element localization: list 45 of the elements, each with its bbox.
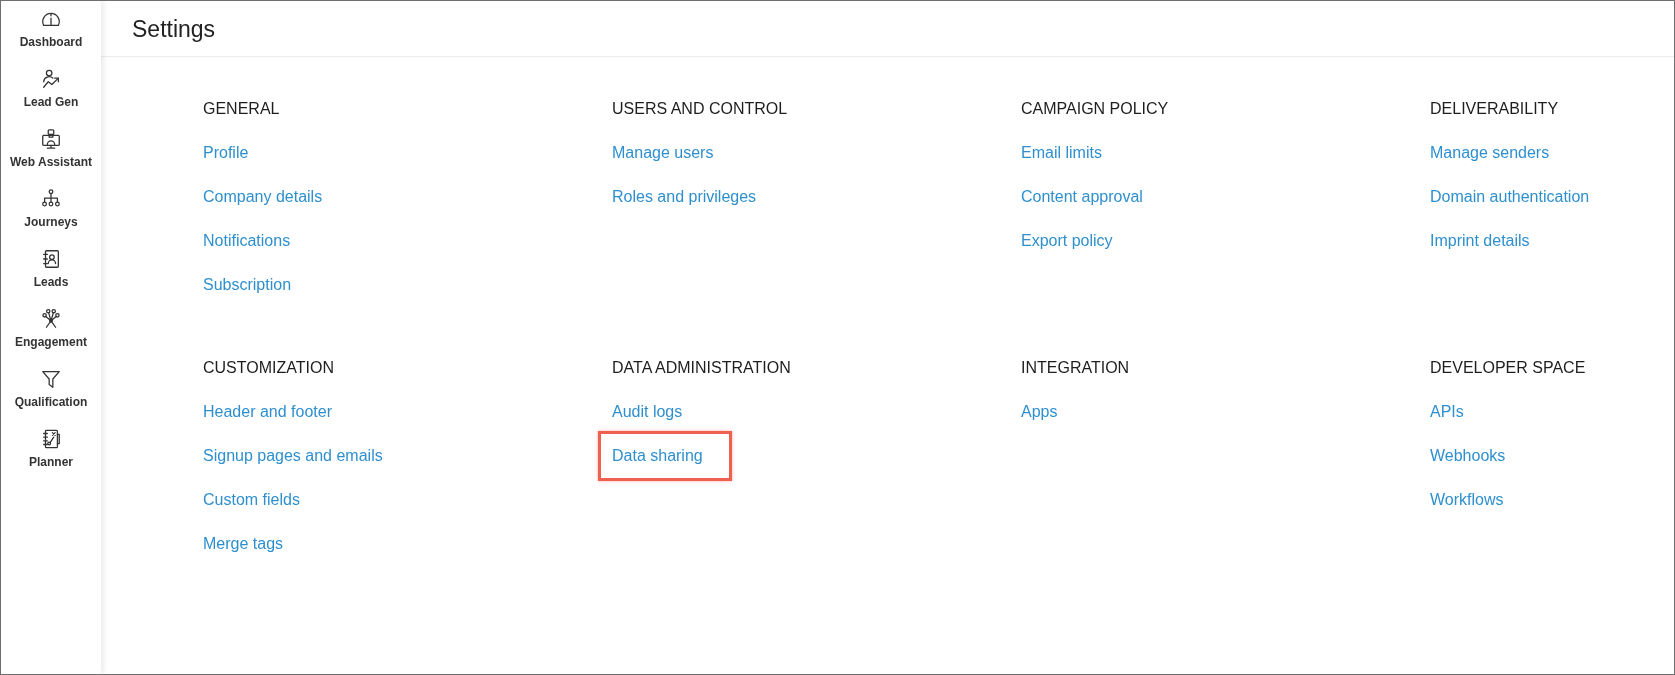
section-heading: DATA ADMINISTRATION [612, 358, 791, 378]
settings-link[interactable]: Roles and privileges [612, 188, 757, 205]
settings-link[interactable]: Export policy [1021, 232, 1113, 249]
settings-link[interactable]: Content approval [1021, 188, 1143, 205]
nav-item[interactable]: Web Assistant [1, 121, 101, 181]
monitor-person-icon [40, 128, 62, 150]
settings-link[interactable]: Audit logs [612, 403, 683, 420]
nav-item[interactable]: Leads [1, 241, 101, 301]
settings-link[interactable]: Company details [203, 188, 323, 205]
nav-item[interactable]: Engagement [1, 301, 101, 361]
nav-item[interactable]: Lead Gen [1, 61, 101, 121]
settings-link[interactable]: Data sharing [612, 447, 703, 464]
settings-link[interactable]: Webhooks [1430, 447, 1506, 464]
section-heading: INTEGRATION [1021, 358, 1130, 378]
page-title: Settings [132, 14, 216, 43]
settings-link[interactable]: Email limits [1021, 144, 1102, 161]
section-heading: CAMPAIGN POLICY [1021, 99, 1169, 119]
nav-item[interactable]: Journeys [1, 181, 101, 241]
settings-link[interactable]: Notifications [203, 232, 291, 249]
funnel-icon [40, 368, 62, 390]
nav-item[interactable]: Planner [1, 421, 101, 481]
contact-book-icon [40, 248, 62, 270]
notebook-icon [40, 428, 62, 450]
settings-link[interactable]: Manage users [612, 144, 714, 161]
settings-link[interactable]: Manage senders [1430, 144, 1550, 161]
nav-item[interactable]: Dashboard [1, 1, 101, 61]
settings-link[interactable]: Header and footer [203, 403, 332, 420]
settings-link[interactable]: Subscription [203, 276, 292, 293]
section-heading: USERS AND CONTROL [612, 99, 788, 119]
settings-link[interactable]: Imprint details [1430, 232, 1530, 249]
settings-link[interactable]: Domain authentication [1430, 188, 1590, 205]
section-heading: DELIVERABILITY [1430, 99, 1559, 119]
settings-link[interactable]: Signup pages and emails [203, 447, 383, 464]
section-heading: DEVELOPER SPACE [1430, 358, 1586, 378]
settings-link[interactable]: Merge tags [203, 535, 284, 552]
section-heading: CUSTOMIZATION [203, 358, 334, 378]
settings-link[interactable]: Profile [203, 144, 249, 161]
settings-link[interactable]: APIs [1430, 403, 1464, 420]
nav-item[interactable]: Qualification [1, 361, 101, 421]
person-trend-icon [40, 68, 62, 90]
settings-link[interactable]: Workflows [1430, 491, 1504, 508]
network-icon [40, 308, 62, 330]
settings-link[interactable]: Apps [1021, 403, 1058, 420]
section-heading: GENERAL [203, 99, 280, 119]
settings-link[interactable]: Custom fields [203, 491, 300, 508]
